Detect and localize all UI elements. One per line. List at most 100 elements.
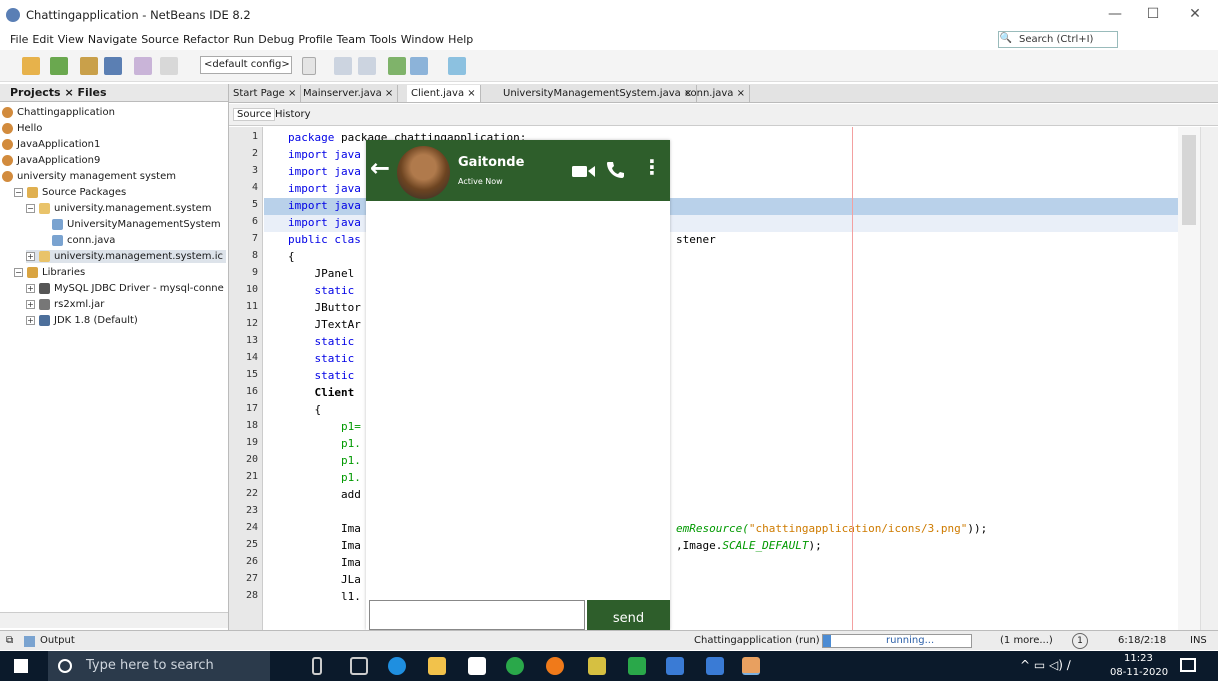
tree-item[interactable]: university management system	[2, 170, 176, 183]
firefox-icon[interactable]	[546, 657, 564, 675]
config-select[interactable]: <default config>	[200, 56, 292, 74]
menu-tools[interactable]: Tools	[368, 30, 399, 50]
tree-item[interactable]: Hello	[2, 122, 42, 135]
open-project-icon[interactable]	[80, 57, 98, 75]
tree-item[interactable]: JavaApplication9	[2, 154, 100, 167]
tab-source[interactable]: Source	[233, 108, 276, 121]
expand-icon[interactable]: +	[26, 315, 35, 325]
file-explorer-icon[interactable]	[428, 657, 446, 675]
close-icon[interactable]: ×	[64, 86, 77, 99]
clock-time[interactable]: 11:23	[1124, 653, 1153, 664]
tab-projects[interactable]: Projects	[10, 86, 61, 99]
mic-icon[interactable]	[312, 657, 322, 675]
menu-view[interactable]: View	[56, 30, 86, 50]
minimize-button[interactable]: —	[1100, 6, 1130, 22]
horizontal-scrollbar[interactable]	[0, 612, 228, 628]
run-icon[interactable]	[388, 57, 406, 75]
send-button[interactable]: send	[587, 600, 670, 630]
menu-edit[interactable]: Edit	[30, 30, 55, 50]
tree-item[interactable]: − Libraries	[14, 266, 85, 279]
tree-item[interactable]: − Source Packages	[14, 186, 126, 199]
expand-icon[interactable]: +	[26, 283, 35, 293]
menu-run[interactable]: Run	[231, 30, 256, 50]
menu-source[interactable]: Source	[139, 30, 181, 50]
windows-start-icon[interactable]	[14, 659, 28, 673]
java-file-icon	[52, 234, 63, 246]
tree-item[interactable]: Chattingapplication	[2, 106, 115, 119]
chevron-down-icon[interactable]	[302, 57, 316, 75]
close-button[interactable]: ✕	[1180, 6, 1210, 22]
profile-icon[interactable]	[448, 57, 466, 75]
video-call-icon[interactable]	[572, 164, 596, 178]
scroll-thumb[interactable]	[1182, 135, 1196, 225]
menu-refactor[interactable]: Refactor	[181, 30, 231, 50]
chrome-icon[interactable]	[506, 657, 524, 675]
clock-date[interactable]: 08-11-2020	[1110, 667, 1168, 678]
menu-team[interactable]: Team	[335, 30, 368, 50]
save-all-icon[interactable]	[104, 57, 122, 75]
code-line: JButtor	[288, 301, 361, 314]
undo-icon[interactable]	[134, 57, 152, 75]
tab-university[interactable]: UniversityManagementSystem.java ×	[499, 85, 698, 102]
tab-mainserver[interactable]: Mainserver.java ×	[299, 85, 399, 102]
tab-client[interactable]: Client.java ×	[407, 85, 481, 102]
app-icon[interactable]	[588, 657, 606, 675]
menu-file[interactable]: File	[8, 30, 30, 50]
expand-icon[interactable]: +	[26, 251, 35, 261]
output-tab[interactable]: Output	[40, 631, 75, 651]
app-icon[interactable]	[666, 657, 684, 675]
tree-item[interactable]: + university.management.system.ic	[26, 250, 226, 263]
pycharm-icon[interactable]	[628, 657, 646, 675]
tree-item[interactable]: UniversityManagementSystem	[52, 218, 221, 231]
redo-icon[interactable]	[160, 57, 178, 75]
notification-badge[interactable]: 1	[1072, 633, 1088, 649]
tree-label: Source Packages	[42, 187, 127, 198]
search-input[interactable]: Search (Ctrl+I)	[998, 31, 1118, 48]
message-input[interactable]	[369, 600, 585, 630]
more-menu-icon[interactable]: ⋮	[642, 155, 662, 179]
build-icon[interactable]	[334, 57, 352, 75]
menu-help[interactable]: Help	[446, 30, 475, 50]
collapse-icon[interactable]: −	[14, 267, 23, 277]
maximize-button[interactable]: ☐	[1138, 6, 1168, 22]
menu-navigate[interactable]: Navigate	[86, 30, 139, 50]
vertical-scrollbar[interactable]	[1178, 127, 1218, 630]
tray-icons[interactable]: ^ ▭ ◁) ∕	[1020, 658, 1071, 672]
collapse-icon[interactable]: −	[26, 203, 35, 213]
more-tasks[interactable]: (1 more...)	[1000, 631, 1053, 651]
taskbar-search[interactable]: Type here to search	[48, 651, 270, 681]
new-file-icon[interactable]	[22, 57, 40, 75]
new-project-icon[interactable]	[50, 57, 68, 75]
tree-item[interactable]: conn.java	[52, 234, 115, 247]
code-line: import java	[288, 182, 361, 195]
tab-label: UniversityManagementSystem.java	[503, 88, 681, 99]
netbeans-taskbar-icon[interactable]	[706, 657, 724, 675]
clean-build-icon[interactable]	[358, 57, 376, 75]
tree-item[interactable]: − university.management.system	[26, 202, 212, 215]
code-line: p1.	[288, 471, 361, 484]
tree-item[interactable]: + MySQL JDBC Driver - mysql-conne	[26, 282, 224, 295]
line-number: 10	[245, 284, 258, 295]
tab-start-page[interactable]: Start Page ×	[229, 85, 302, 102]
edge-icon[interactable]	[388, 657, 406, 675]
collapse-icon[interactable]: −	[14, 187, 23, 197]
tree-item[interactable]: JavaApplication1	[2, 138, 100, 151]
tree-item[interactable]: + JDK 1.8 (Default)	[26, 314, 138, 327]
tree-item[interactable]: + rs2xml.jar	[26, 298, 104, 311]
tab-files[interactable]: Files	[78, 86, 107, 99]
notifications-icon[interactable]	[1180, 658, 1196, 672]
output-window-icon[interactable]: ⧉	[6, 631, 13, 651]
menu-window[interactable]: Window	[399, 30, 446, 50]
debug-icon[interactable]	[410, 57, 428, 75]
expand-icon[interactable]: +	[26, 299, 35, 309]
tab-conn[interactable]: conn.java ×	[681, 85, 750, 102]
back-arrow-icon[interactable]: ←	[370, 154, 390, 182]
task-view-icon[interactable]	[350, 657, 368, 675]
tab-history[interactable]: History	[275, 109, 311, 120]
editor-tabs: Start Page × Mainserver.java × Client.ja…	[229, 84, 1218, 103]
menu-profile[interactable]: Profile	[296, 30, 334, 50]
java-app-icon[interactable]	[742, 657, 760, 675]
menu-debug[interactable]: Debug	[256, 30, 296, 50]
store-icon[interactable]	[468, 657, 486, 675]
phone-icon[interactable]	[606, 161, 624, 179]
